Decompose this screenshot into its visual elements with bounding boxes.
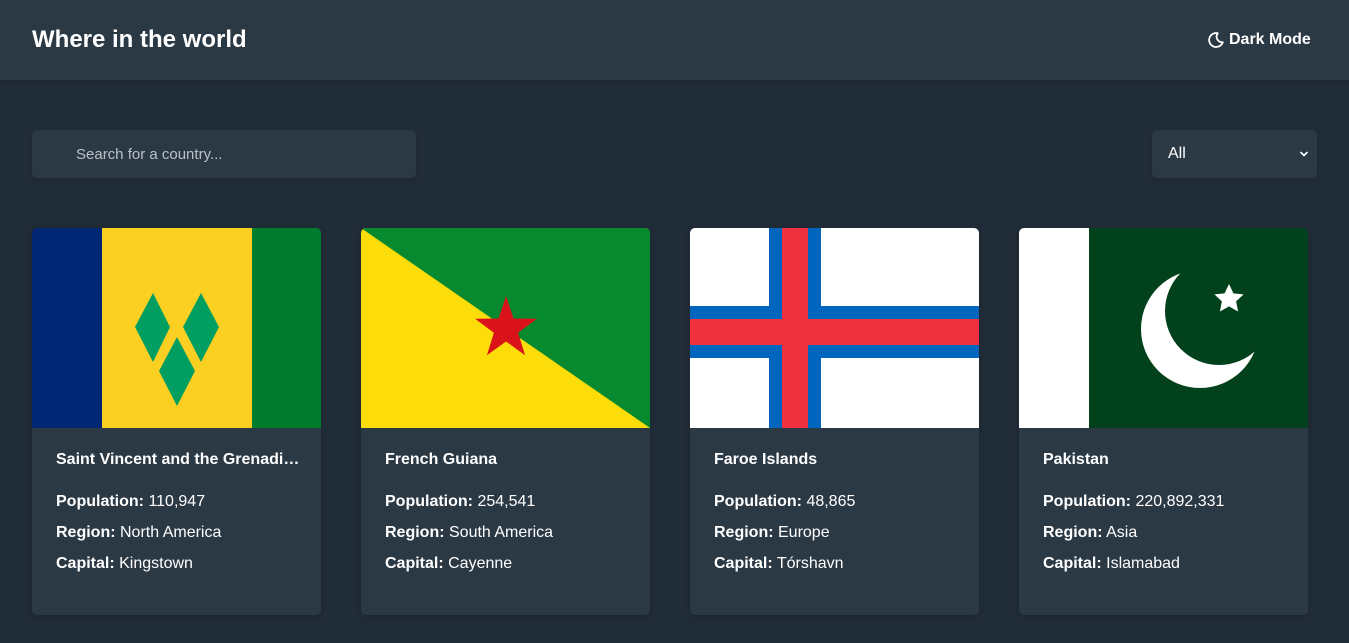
population-label: Population: [385, 493, 473, 510]
capital-value: Cayenne [448, 555, 513, 572]
capital-label: Capital: [1043, 555, 1102, 572]
french-guiana-flag [361, 228, 650, 428]
region-value: North America [120, 524, 222, 541]
app-header: Where in the world Dark Mode [0, 0, 1349, 80]
population-value: 220,892,331 [1135, 493, 1225, 510]
region-value: Asia [1106, 524, 1138, 541]
country-name: French Guiana [385, 451, 498, 468]
capital-row: Capital: Islamabad [1043, 554, 1180, 574]
region-filter-select[interactable]: All [1152, 130, 1317, 178]
faroe-islands-flag [690, 228, 979, 428]
population-row: Population: 254,541 [385, 492, 535, 512]
dark-mode-label: Dark Mode [1229, 31, 1311, 48]
country-name: Saint Vincent and the Grenadines [56, 451, 301, 468]
app-title: Where in the world [32, 26, 247, 53]
capital-value: Tórshavn [776, 555, 844, 572]
capital-row: Capital: Tórshavn [714, 554, 844, 574]
population-label: Population: [56, 493, 144, 510]
region-row: Region: North America [56, 523, 221, 543]
country-card[interactable]: Saint Vincent and the Grenadines Populat… [32, 228, 321, 615]
capital-value: Kingstown [119, 555, 193, 572]
capital-row: Capital: Cayenne [385, 554, 512, 574]
search-input[interactable] [32, 130, 416, 178]
population-value: 48,865 [806, 493, 856, 510]
dark-mode-toggle[interactable]: Dark Mode [1208, 29, 1311, 51]
region-row: Region: Europe [714, 523, 830, 543]
country-card[interactable]: French Guiana Population: 254,541 Region… [361, 228, 650, 615]
country-card[interactable]: Faroe Islands Population: 48,865 Region:… [690, 228, 979, 615]
population-label: Population: [714, 493, 802, 510]
region-row: Region: South America [385, 523, 553, 543]
country-name: Faroe Islands [714, 451, 818, 468]
region-label: Region: [714, 524, 774, 541]
saint-vincent-flag [32, 228, 321, 428]
region-value: Europe [778, 524, 830, 541]
capital-label: Capital: [714, 555, 773, 572]
region-label: Region: [385, 524, 445, 541]
region-filter-value: All [1168, 145, 1186, 162]
capital-value: Islamabad [1106, 555, 1180, 572]
population-row: Population: 220,892,331 [1043, 492, 1224, 512]
region-label: Region: [56, 524, 116, 541]
capital-row: Capital: Kingstown [56, 554, 193, 574]
chevron-down-icon [1300, 151, 1308, 157]
capital-label: Capital: [56, 555, 115, 572]
region-label: Region: [1043, 524, 1103, 541]
region-value: South America [449, 524, 554, 541]
population-label: Population: [1043, 493, 1131, 510]
moon-icon [1208, 32, 1224, 48]
capital-label: Capital: [385, 555, 444, 572]
population-row: Population: 48,865 [714, 492, 855, 512]
region-row: Region: Asia [1043, 523, 1137, 543]
population-row: Population: 110,947 [56, 492, 205, 512]
country-card[interactable]: Pakistan Population: 220,892,331 Region:… [1019, 228, 1308, 615]
pakistan-flag [1019, 228, 1308, 428]
population-value: 110,947 [148, 493, 206, 510]
population-value: 254,541 [477, 493, 536, 510]
search-box [32, 130, 416, 178]
country-name: Pakistan [1043, 451, 1109, 468]
